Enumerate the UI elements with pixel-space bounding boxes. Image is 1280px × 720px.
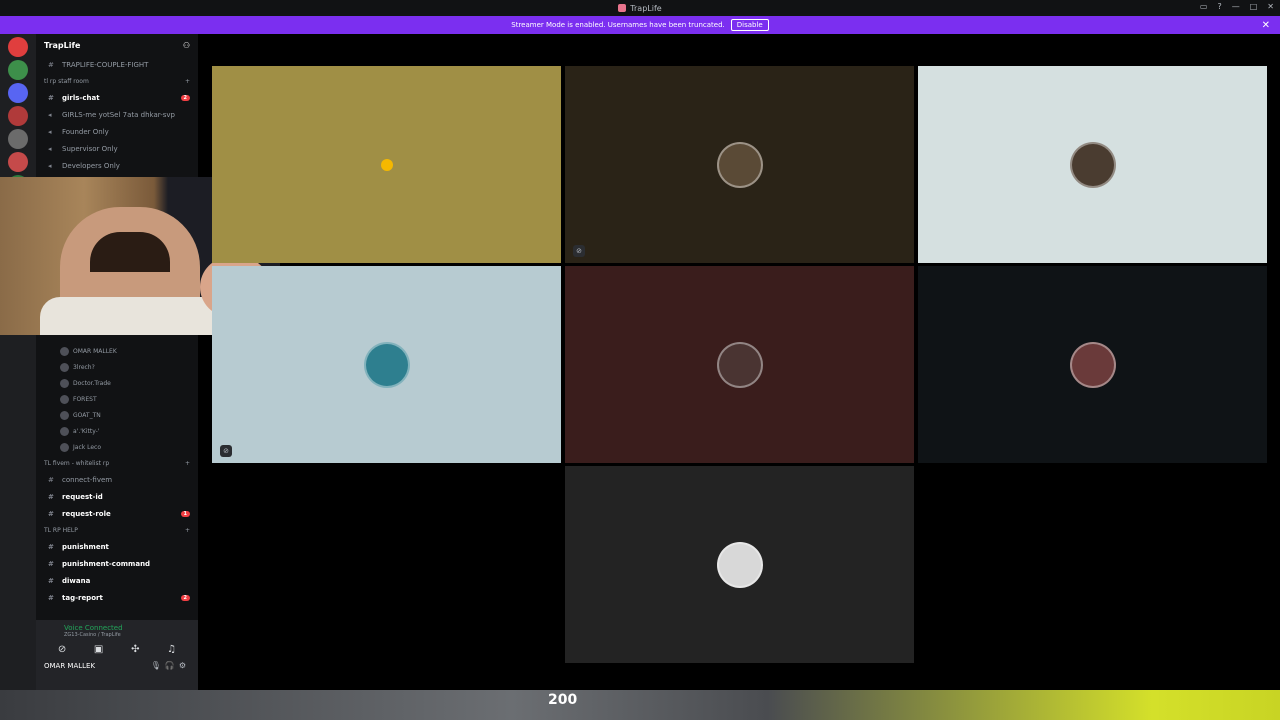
channel-item[interactable]: # tag-report 2 [36, 589, 198, 606]
unread-badge: 1 [180, 510, 190, 517]
server-icon[interactable] [8, 106, 28, 126]
hash-icon: # [48, 559, 54, 568]
channel-item[interactable]: # TRAPLIFE-COUPLE-FIGHT [36, 56, 198, 73]
muted-icon: ⊘ [220, 445, 232, 457]
participant-tile[interactable] [918, 66, 1267, 263]
participant-avatar [716, 141, 763, 188]
participant-avatar [363, 341, 410, 388]
participant-tile[interactable] [565, 266, 914, 463]
app-logo-icon [618, 4, 627, 12]
maximize-button[interactable]: □ [1250, 2, 1258, 11]
channel-item[interactable]: ◂ Developers Only [36, 157, 198, 174]
participant-tile[interactable] [565, 466, 914, 663]
category-fivem[interactable]: TL fivem - whitelist rp + [36, 455, 198, 471]
voice-member[interactable]: Doctor.Trade [36, 375, 198, 391]
streamer-mode-banner: Streamer Mode is enabled. Usernames have… [0, 16, 1280, 34]
speaker-icon: ◂ [48, 161, 52, 170]
speaker-icon: ◂ [48, 110, 52, 119]
channel-item[interactable]: # punishment-command [36, 555, 198, 572]
voice-member[interactable]: OMAR MALLEK [36, 343, 198, 359]
channel-item[interactable]: ◂ GIRLS-me yotSel 7ata dhkar-svp [36, 106, 198, 123]
hair-shape [90, 232, 170, 272]
server-name: TrapLife [44, 40, 81, 50]
game-background-strip: 200 [0, 690, 1280, 720]
voice-status: Voice Connected [64, 624, 123, 632]
screen-share-icon[interactable]: ▣ [94, 644, 103, 655]
speaker-icon: ◂ [48, 127, 52, 136]
channel-sidebar: TrapLife ⚇ # TRAPLIFE-COUPLE-FIGHT tl rp … [36, 34, 198, 690]
voice-member[interactable]: GOAT_TN [36, 407, 198, 423]
channel-item[interactable]: # punishment [36, 538, 198, 555]
participant-avatar [1069, 141, 1116, 188]
close-banner-icon[interactable]: ✕ [1262, 20, 1270, 31]
hash-icon: # [48, 93, 54, 102]
participant-avatar [716, 341, 763, 388]
avatar [60, 346, 69, 356]
category-staff[interactable]: tl rp staff room + [36, 73, 198, 89]
soundboard-icon[interactable]: ♫ [167, 644, 176, 655]
minimize-button[interactable]: — [1232, 2, 1240, 11]
voice-member[interactable]: a'.'Kitty-' [36, 423, 198, 439]
add-member-icon[interactable]: ⚇ [183, 41, 190, 50]
window-title: TrapLife [630, 3, 662, 13]
disable-button[interactable]: Disable [730, 19, 769, 31]
voice-member[interactable]: 3lrech? [36, 359, 198, 375]
activities-icon[interactable]: ✣ [131, 644, 139, 655]
server-icon[interactable] [8, 60, 28, 80]
hash-icon: # [48, 492, 54, 501]
hash-icon: # [48, 60, 54, 69]
add-channel-icon[interactable]: + [185, 460, 190, 467]
hash-icon: # [48, 593, 54, 602]
avatar [60, 426, 69, 436]
server-header[interactable]: TrapLife ⚇ [36, 34, 198, 56]
participant-tile[interactable] [918, 266, 1267, 463]
channel-item[interactable]: # girls-chat 2 [36, 89, 198, 106]
avatar [60, 410, 69, 420]
server-icon[interactable] [8, 129, 28, 149]
category-help[interactable]: TL RP HELP + [36, 522, 198, 538]
channel-item[interactable]: ◂ Founder Only [36, 123, 198, 140]
unread-badge: 2 [180, 594, 190, 601]
speed-value: 200 [548, 692, 578, 708]
hash-icon: # [48, 509, 54, 518]
channel-item[interactable]: # connect-fivem [36, 471, 198, 488]
server-icon[interactable] [8, 152, 28, 172]
server-list [0, 34, 36, 690]
avatar [60, 394, 69, 404]
add-channel-icon[interactable]: + [185, 78, 190, 85]
participant-tile[interactable] [212, 66, 561, 263]
user-controls-icon[interactable]: 🎙🎧⚙ [151, 661, 190, 670]
participant-avatar [380, 158, 393, 171]
voice-member[interactable]: FOREST [36, 391, 198, 407]
voice-member[interactable]: Jack Leco [36, 439, 198, 455]
server-icon[interactable] [8, 83, 28, 103]
hash-icon: # [48, 576, 54, 585]
camera-off-icon[interactable]: ⊘ [58, 644, 66, 655]
channel-item[interactable]: ◂ Supervisor Only [36, 140, 198, 157]
server-icon[interactable] [8, 37, 28, 57]
participant-avatar [716, 541, 763, 588]
participant-tile[interactable]: ⊘ [212, 266, 561, 463]
avatar [60, 362, 69, 372]
banner-text: Streamer Mode is enabled. Usernames have… [511, 21, 725, 29]
avatar [60, 442, 69, 452]
participant-tile[interactable]: ⊘ [565, 66, 914, 263]
voice-panel: Voice Connected ZG13-Casino / TrapLife ⊘… [36, 620, 198, 690]
window-titlebar: TrapLife ▭ ? — □ ✕ [0, 0, 1280, 16]
channel-item[interactable]: # diwana [36, 572, 198, 589]
channel-item[interactable]: # request-role 1 [36, 505, 198, 522]
add-channel-icon[interactable]: + [185, 527, 190, 534]
user-name: OMAR MALLEK [44, 661, 96, 670]
avatar [60, 378, 69, 388]
close-button[interactable]: ✕ [1267, 2, 1274, 11]
hash-icon: # [48, 475, 54, 484]
muted-icon: ⊘ [573, 245, 585, 257]
help-icon[interactable]: ? [1217, 2, 1221, 11]
participant-avatar [1069, 341, 1116, 388]
unread-badge: 2 [180, 94, 190, 101]
hash-icon: # [48, 542, 54, 551]
inbox-icon[interactable]: ▭ [1200, 2, 1208, 11]
channel-item[interactable]: # request-id [36, 488, 198, 505]
speaker-icon: ◂ [48, 144, 52, 153]
